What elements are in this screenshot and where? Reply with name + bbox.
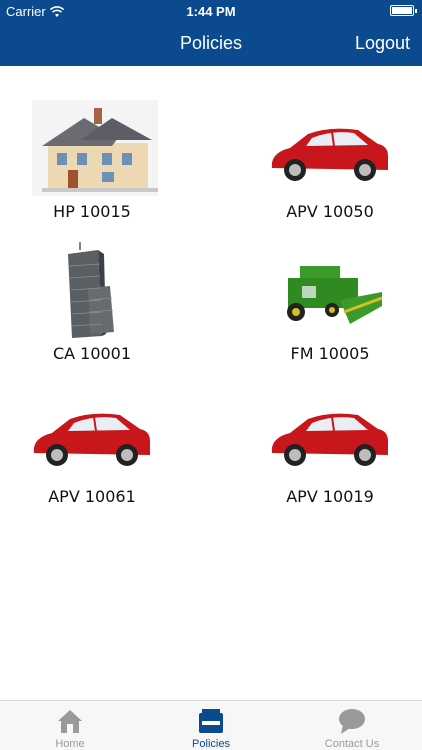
policy-label: APV 10061 (48, 487, 136, 506)
house-icon (32, 100, 158, 196)
policy-label: APV 10050 (286, 202, 374, 221)
inbox-icon (199, 709, 223, 733)
tab-home[interactable]: Home (0, 701, 140, 750)
battery-icon (390, 5, 417, 16)
policy-tile[interactable]: APV 10050 (240, 98, 420, 228)
tab-contact-us[interactable]: Contact Us (282, 701, 422, 750)
speech-bubble-icon (339, 709, 365, 734)
home-icon (58, 710, 82, 733)
tab-policies[interactable]: Policies (141, 701, 281, 750)
navigation-bar: Carrier 1:44 PM Policies Logout (0, 0, 422, 66)
status-time: 1:44 PM (186, 4, 236, 19)
combine-harvester-icon (287, 266, 383, 324)
tab-bar: Home Policies Contact Us (0, 700, 422, 750)
car-icon (271, 128, 388, 181)
policy-label: CA 10001 (52, 344, 132, 363)
policy-tile[interactable]: CA 10001 (2, 240, 182, 370)
status-bar: Carrier 1:44 PM (0, 0, 422, 22)
policy-label: FM 10005 (290, 344, 370, 363)
car-icon (271, 413, 388, 466)
policy-tile[interactable]: HP 10015 (2, 98, 182, 228)
policy-tile[interactable]: APV 10019 (240, 383, 420, 513)
car-icon (33, 413, 150, 466)
tab-label: Policies (192, 738, 230, 750)
tab-label: Home (55, 738, 85, 750)
policy-label: APV 10019 (286, 487, 374, 506)
policy-tile[interactable]: APV 10061 (2, 383, 182, 513)
logout-button[interactable]: Logout (355, 33, 410, 54)
policy-tile[interactable]: FM 10005 (240, 240, 420, 370)
tab-label: Contact Us (324, 738, 380, 750)
building-icon (68, 242, 114, 338)
policy-label: HP 10015 (53, 202, 131, 221)
